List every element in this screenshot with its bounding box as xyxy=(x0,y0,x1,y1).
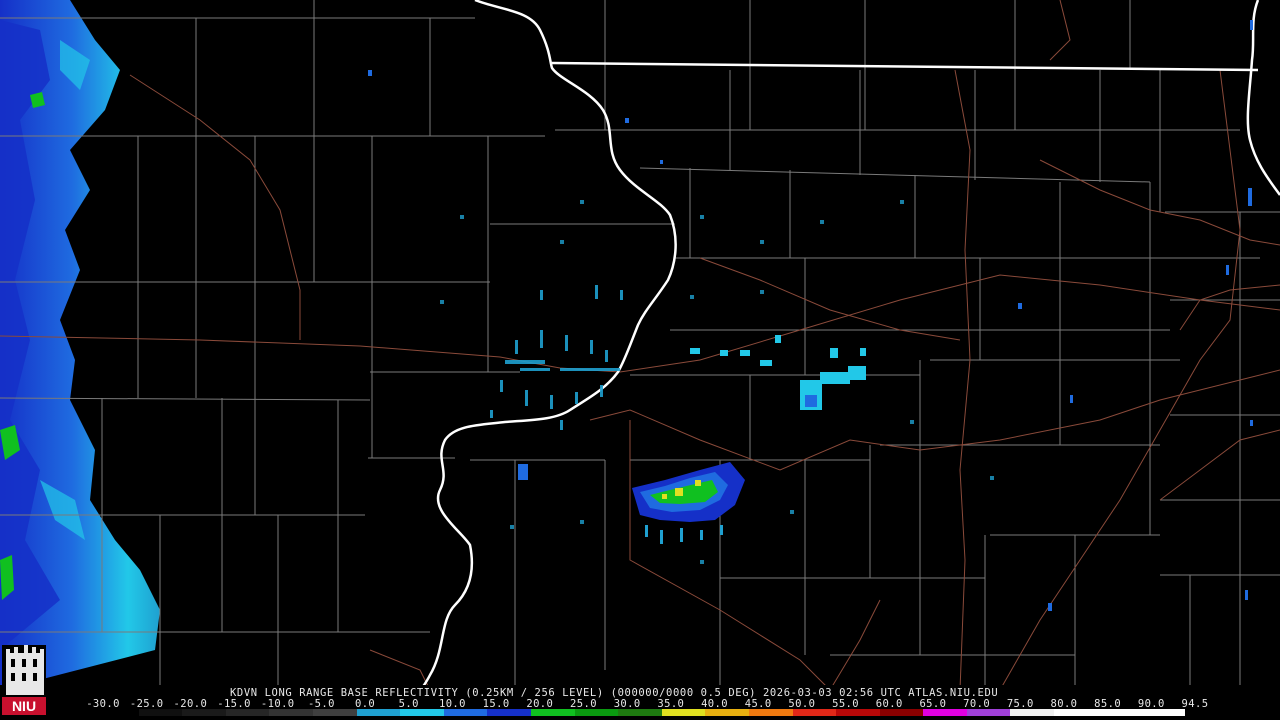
colorbar-swatch xyxy=(95,709,139,716)
scale-tick-labels: -30.0 -25.0 -20.0 -15.0 -10.0 -5.0 0.0 5.0 10.0 1… xyxy=(86,698,1208,710)
colorbar-swatch xyxy=(1010,709,1055,716)
colorbar-swatch xyxy=(618,709,662,716)
county-lines xyxy=(0,0,1280,690)
colorbar-swatch xyxy=(1097,709,1142,716)
logo-text: NIU xyxy=(12,698,36,714)
colorbar-swatch xyxy=(356,709,401,716)
colorbar-swatch xyxy=(443,709,488,716)
colorbar-swatch xyxy=(792,709,837,716)
colorbar-swatch xyxy=(225,709,270,716)
colorbar-swatch xyxy=(923,709,967,716)
niu-logo: NIU xyxy=(2,645,46,715)
colorbar-swatch xyxy=(748,709,793,716)
colorbar-swatch xyxy=(574,709,619,716)
west-echo-band xyxy=(0,0,160,690)
colorbar-swatch xyxy=(530,709,575,716)
colorbar-swatch xyxy=(1141,709,1185,716)
roads xyxy=(0,0,1280,691)
scattered-echoes xyxy=(368,20,1253,611)
colorbar-swatch xyxy=(836,709,880,716)
colorbar-swatch xyxy=(487,709,531,716)
colorbar-swatch xyxy=(182,709,226,716)
colorbar-swatch xyxy=(312,709,357,716)
radar-map xyxy=(0,0,1280,696)
storm-cell xyxy=(632,462,745,544)
colorbar-swatch xyxy=(400,709,444,716)
colorbar-swatch xyxy=(966,709,1011,716)
colorbar-swatch xyxy=(1054,709,1098,716)
scale-tick-label: 94.5 xyxy=(1181,698,1209,710)
radar-echoes-center xyxy=(490,285,866,480)
colorbar-swatch xyxy=(138,709,183,716)
colorbar-swatch xyxy=(269,709,313,716)
colorbar-swatch xyxy=(705,709,749,716)
state-borders xyxy=(416,0,1280,696)
reflectivity-colorbar xyxy=(95,709,1185,716)
colorbar-swatch xyxy=(661,709,706,716)
colorbar-swatch xyxy=(879,709,924,716)
